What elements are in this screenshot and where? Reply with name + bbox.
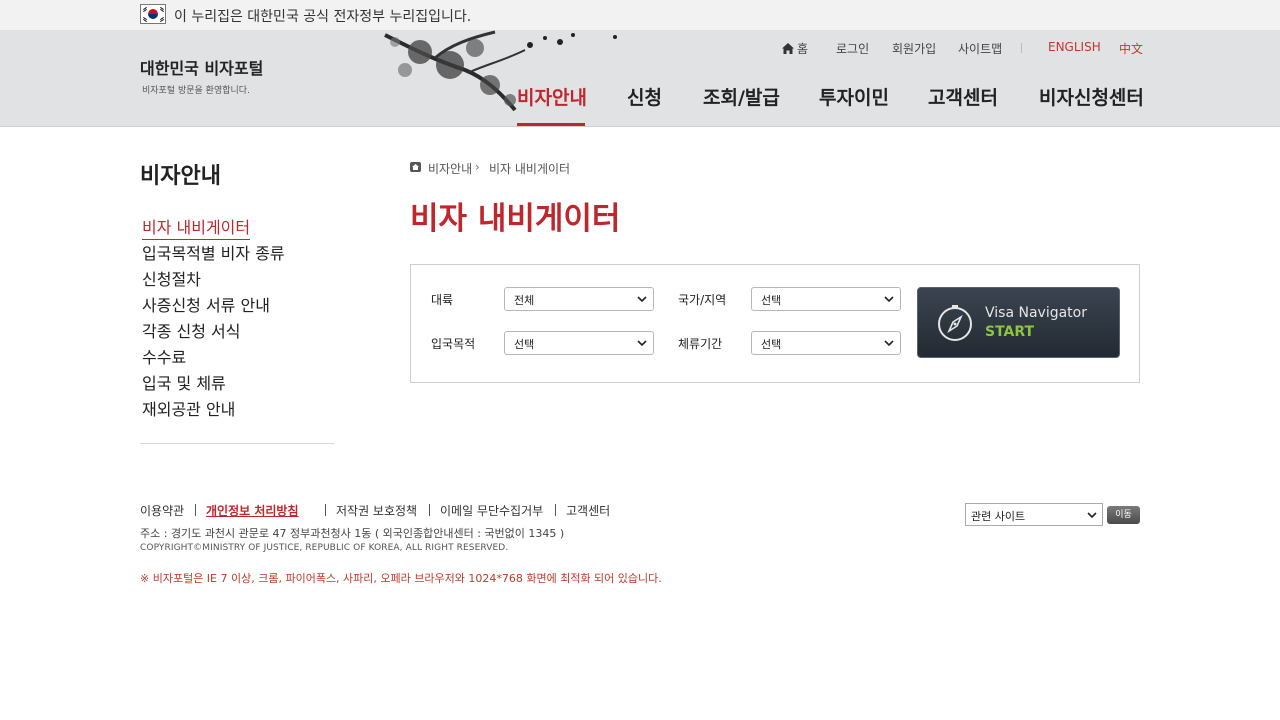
util-home-link[interactable]: 홈 <box>782 40 808 57</box>
country-select-value: 선택 <box>761 294 782 307</box>
site-title[interactable]: 대한민국 비자포털 <box>140 55 263 79</box>
purpose-select-value: 선택 <box>514 338 535 351</box>
footer-copyright: COPYRIGHT©MINISTRY OF JUSTICE, REPUBLIC … <box>140 543 509 553</box>
util-divider <box>1021 43 1022 53</box>
ink-branch-decoration <box>384 30 617 112</box>
purpose-select[interactable]: 선택 <box>504 331 654 355</box>
stay-period-label: 체류기간 <box>678 337 723 351</box>
util-signup-link[interactable]: 회원가입 <box>892 40 936 57</box>
related-site-go-button[interactable]: 이동 <box>1107 506 1140 524</box>
related-site-select[interactable]: 관련 사이트 <box>965 503 1103 526</box>
lnb-item-procedure[interactable]: 신청절차 <box>142 266 201 290</box>
breadcrumb-chevron-icon: › <box>475 160 480 174</box>
util-home-label: 홈 <box>797 42 809 56</box>
footer-terms-link[interactable]: 이용약관 <box>140 502 184 519</box>
gov-banner: 이 누리집은 대한민국 공식 전자정부 누리집입니다. <box>0 0 1280 30</box>
footer-privacy-link[interactable]: 개인정보 처리방침 <box>206 502 299 519</box>
gnb-inquiry-issue[interactable]: 조회/발급 <box>703 83 780 110</box>
site-header: 대한민국 비자포털 비자포털 방문을 환영합니다. 홈 로그인 회원가입 사이트… <box>0 30 1280 127</box>
continent-label: 대륙 <box>431 293 454 307</box>
country-select[interactable]: 선택 <box>751 287 901 311</box>
footer-customer-center-link[interactable]: 고객센터 <box>566 502 610 519</box>
chevron-down-icon <box>1087 512 1097 519</box>
purpose-label: 입국목적 <box>431 337 476 351</box>
gnb-apply[interactable]: 신청 <box>627 83 662 110</box>
footer-separator <box>195 504 196 516</box>
compass-icon <box>938 305 972 341</box>
footer-address: 주소 : 경기도 과천시 관문로 47 정부과천청사 1동 ( 외국인종합안내센… <box>140 527 565 540</box>
footer-browser-notice: ※ 비자포털은 IE 7 이상, 크롬, 파이어폭스, 사파리, 오페라 브라우… <box>140 572 662 585</box>
lnb-item-documents[interactable]: 사증신청 서류 안내 <box>142 292 270 316</box>
related-site-select-value: 관련 사이트 <box>971 510 1026 523</box>
visa-navigator-title: Visa Navigator <box>985 305 1087 321</box>
footer-separator <box>325 504 326 516</box>
lnb-item-visa-types[interactable]: 입국목적별 비자 종류 <box>142 240 285 264</box>
visa-navigator-start-label: START <box>985 324 1035 340</box>
footer-separator <box>555 504 556 516</box>
footer-copyright-policy-link[interactable]: 저작권 보호정책 <box>336 502 417 519</box>
continent-select[interactable]: 전체 <box>504 287 654 311</box>
lnb-item-visa-navigator[interactable]: 비자 내비게이터 <box>142 214 251 240</box>
chevron-down-icon <box>884 296 894 303</box>
site-subtitle: 비자포털 방문을 환영합니다. <box>142 86 250 96</box>
lnb-item-entry-stay[interactable]: 입국 및 체류 <box>142 370 226 394</box>
lnb-item-forms[interactable]: 각종 신청 서식 <box>142 318 241 342</box>
chevron-down-icon <box>637 296 647 303</box>
lnb-title: 비자안내 <box>140 164 221 189</box>
breadcrumb-current: 비자 내비게이터 <box>489 162 571 176</box>
breadcrumb-home-icon[interactable] <box>410 162 421 172</box>
footer-email-refusal-link[interactable]: 이메일 무단수집거부 <box>440 502 543 519</box>
gnb-visa-application-center[interactable]: 비자신청센터 <box>1039 83 1144 110</box>
chevron-down-icon <box>884 340 894 347</box>
gnb-active-indicator <box>517 123 585 126</box>
continent-select-value: 전체 <box>514 294 535 307</box>
stay-period-select[interactable]: 선택 <box>751 331 901 355</box>
gnb-visa-info[interactable]: 비자안내 <box>517 83 587 110</box>
home-icon <box>782 43 794 54</box>
footer-separator <box>429 504 430 516</box>
stay-period-select-value: 선택 <box>761 338 782 351</box>
chevron-down-icon <box>637 340 647 347</box>
korea-flag-icon <box>140 4 166 24</box>
country-label: 국가/지역 <box>678 293 727 307</box>
gnb-customer-center[interactable]: 고객센터 <box>928 83 998 110</box>
gnb-investment-immigration[interactable]: 투자이민 <box>819 83 889 110</box>
breadcrumb-level-1[interactable]: 비자안내 <box>428 160 472 177</box>
lnb-divider <box>140 443 334 444</box>
page-title: 비자 내비게이터 <box>410 201 621 237</box>
lnb-item-missions[interactable]: 재외공관 안내 <box>142 396 235 420</box>
util-login-link[interactable]: 로그인 <box>836 40 869 57</box>
lnb-item-fees[interactable]: 수수료 <box>142 344 186 368</box>
visa-navigator-start-button[interactable]: Visa Navigator START <box>917 287 1120 358</box>
util-english-link[interactable]: ENGLISH <box>1048 40 1101 54</box>
util-chinese-link[interactable]: 中文 <box>1119 40 1143 57</box>
gov-banner-text: 이 누리집은 대한민국 공식 전자정부 누리집입니다. <box>174 9 472 25</box>
util-sitemap-link[interactable]: 사이트맵 <box>958 40 1002 57</box>
